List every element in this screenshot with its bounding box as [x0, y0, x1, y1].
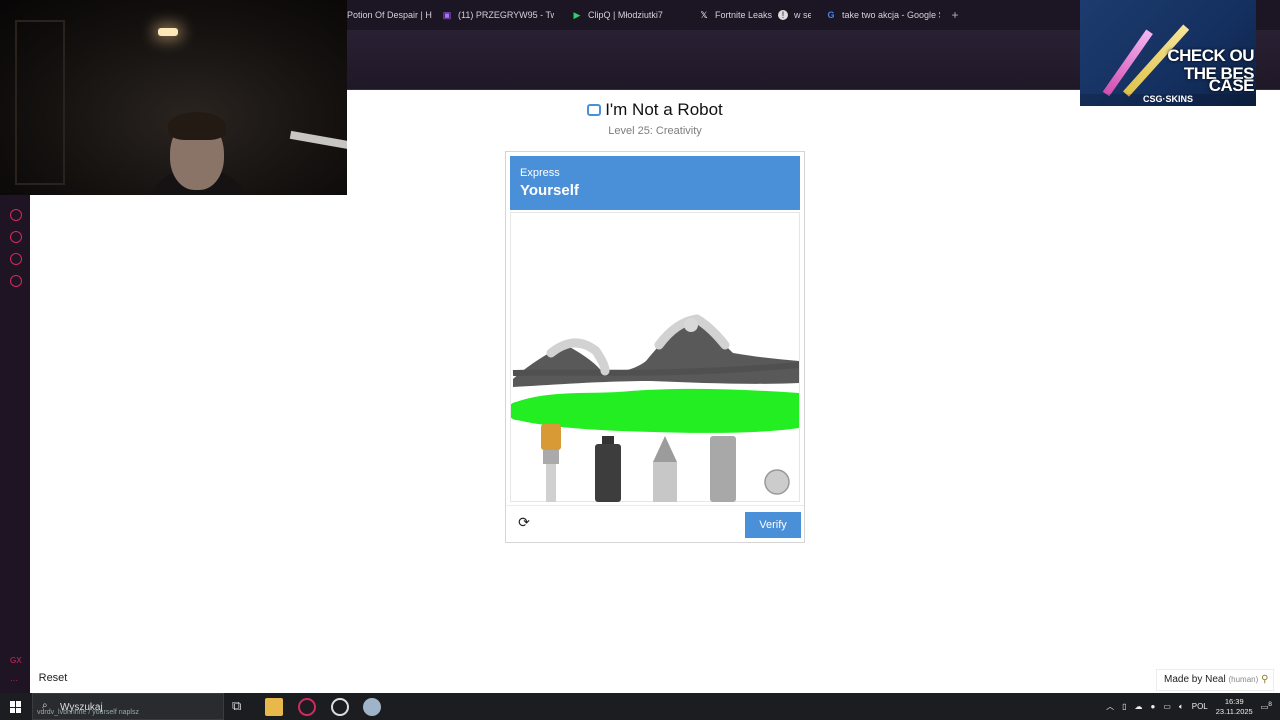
brush-icon[interactable] [536, 422, 566, 502]
made-by-badge[interactable]: Made by Neal (human) ⚲ [1156, 669, 1274, 691]
page-title-text: I'm Not a Robot [605, 100, 723, 119]
page-title: I'm Not a Robot [0, 100, 1280, 120]
clock-time: 16:39 [1224, 696, 1244, 706]
webcam-overlay [0, 0, 347, 195]
twitch-icon: ▣ [442, 10, 452, 20]
network-icon[interactable]: ▭ [1163, 702, 1171, 711]
captcha-footer: ⟳ Verify [506, 505, 804, 543]
windows-taskbar: ⌕ Wyszukaj vdrdv_lvbnnnne / yourself nap… [0, 693, 1280, 720]
refresh-icon[interactable]: ⟳ [516, 514, 532, 530]
lightbulb-icon: ⚲ [1261, 674, 1269, 685]
tab-title: Fortnite Leaks [715, 10, 773, 20]
robot-icon [587, 104, 602, 116]
clock-date: 23.11.2025 [1215, 706, 1253, 716]
prompt-small: Express [520, 167, 560, 179]
tab-title: take two akcja - Google S [842, 10, 940, 20]
cloud-icon[interactable]: ☁ [1135, 702, 1143, 711]
screen: Potion Of Despair | H ▣ (11) PRZEGRYW95 … [0, 0, 1280, 720]
notification-count: 8 [1268, 701, 1272, 709]
notification-icon[interactable]: ▭8 [1261, 701, 1272, 712]
language-indicator[interactable]: POL [1192, 702, 1208, 711]
tab-google[interactable]: G take two akcja - Google S [826, 0, 940, 30]
tab-badge: w serw [794, 10, 811, 20]
x-logo-icon: 𝕏 [700, 10, 708, 20]
file-explorer-icon[interactable] [265, 698, 283, 716]
eraser-icon[interactable] [708, 436, 738, 502]
app-icon[interactable] [363, 698, 381, 716]
clock[interactable]: 16:39 23.11.2025 [1216, 697, 1253, 717]
grass-stroke [511, 397, 799, 420]
captcha-prompt: Express Yourself [510, 156, 800, 210]
tab-title: (11) PRZEGRYW95 - Twitc [458, 10, 554, 20]
new-tab-button[interactable]: + [948, 8, 962, 22]
tab-clipq[interactable]: ▶ ClipQ | Młodziutki7 [572, 0, 672, 30]
pencil-icon[interactable] [650, 436, 680, 502]
case-ad-banner[interactable]: CHECK OU THE BES CASE CSG·SKINS [1080, 0, 1256, 106]
microphone-icon[interactable]: ● [1151, 702, 1156, 711]
info-icon: ! [778, 10, 789, 20]
chevron-up-icon[interactable]: ︿ [1106, 701, 1114, 712]
sidebar-history-icon[interactable] [10, 231, 22, 243]
google-icon: G [827, 10, 835, 20]
system-tray: ︿ ▯ ☁ ● ▭ 🔈︎ POL 16:39 23.11.2025 ▭8 [1106, 693, 1280, 720]
task-view-icon[interactable]: ⧉ [232, 698, 250, 716]
spray-can-icon[interactable] [593, 436, 623, 502]
tab-twitch[interactable]: ▣ (11) PRZEGRYW95 - Twitc [442, 0, 554, 30]
ad-close-icon[interactable]: × [1260, 61, 1267, 75]
ad-headline-1: CHECK OU [1167, 46, 1254, 65]
made-by-note: (human) [1228, 675, 1259, 684]
ad-headline-3: CASE [1208, 76, 1255, 95]
obs-icon[interactable] [331, 698, 349, 716]
made-by-text: Made by Neal [1164, 674, 1226, 685]
level-subtitle: Level 25: Creativity [608, 125, 702, 137]
tab-fortnite-leaks[interactable]: 𝕏 Fortnite Leaks ! w serw [699, 0, 811, 30]
verify-button[interactable]: Verify [745, 512, 801, 538]
color-picker-icon[interactable] [763, 468, 791, 496]
snow-stroke [684, 318, 698, 332]
sidebar-settings-icon[interactable] [10, 275, 22, 287]
stream-overlay-text: vdrdv_lvbnnnne / yourself naplsz [37, 709, 139, 716]
tab-title: Potion Of Despair | H [347, 10, 432, 20]
taskbar-search-box[interactable]: ⌕ Wyszukaj vdrdv_lvbnnnne / yourself nap… [32, 693, 224, 720]
sidebar-gx-icon[interactable]: GX [10, 656, 22, 665]
windows-start-icon[interactable] [10, 701, 22, 713]
volume-icon[interactable]: 🔈︎ [1179, 702, 1184, 712]
sidebar-player-icon[interactable] [10, 209, 22, 221]
reset-button[interactable]: Reset [33, 668, 73, 688]
sidebar-more-icon[interactable]: ··· [10, 676, 18, 685]
battery-icon[interactable]: ▯ [1122, 702, 1126, 711]
webcam-lamp [158, 28, 178, 36]
prompt-big: Yourself [520, 182, 579, 199]
browser-sidebar: GX ··· [0, 195, 30, 693]
tab-title: ClipQ | Młodziutki7 [588, 10, 663, 20]
opera-gx-icon[interactable] [298, 698, 316, 716]
tab-potion-of-despair[interactable]: Potion Of Despair | H [347, 0, 433, 30]
drawing-tools [510, 422, 800, 502]
sidebar-messenger-icon[interactable] [10, 253, 22, 265]
captcha-card: Express Yourself ⟳ Verify [505, 151, 805, 543]
play-icon: ▶ [573, 10, 581, 20]
